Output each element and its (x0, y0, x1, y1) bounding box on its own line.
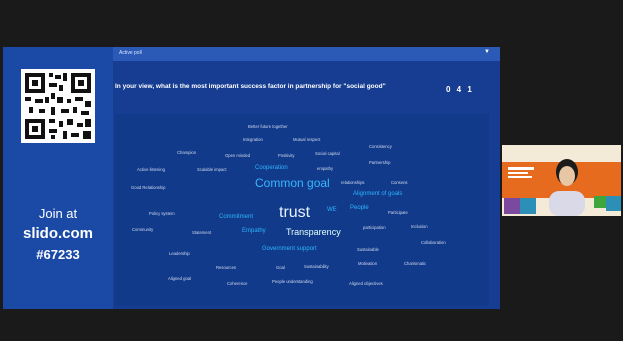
word-cloud-item: empathy (317, 166, 334, 171)
word-cloud-item: Sustainability (304, 264, 329, 269)
word-cloud-item: Commitment (219, 214, 254, 220)
presentation-screen: Join at slido.com #67233 Active poll ▼ I… (3, 47, 500, 309)
word-cloud-item: Consistency (369, 144, 392, 149)
word-cloud-item: Social capital (315, 151, 340, 156)
word-cloud-item: People (350, 205, 369, 211)
word-cloud-item: Active listening (137, 167, 165, 172)
participant-video (549, 159, 585, 216)
word-cloud-item: Transparency (286, 227, 341, 237)
word-cloud-item: Sustainable (357, 247, 379, 252)
menu-icon[interactable]: ▼ (484, 49, 490, 55)
word-cloud-item: Government support (262, 246, 317, 252)
word-cloud-item: People understanding (272, 279, 313, 284)
word-cloud-item: Champion (177, 150, 197, 155)
word-cloud-item: Consens (391, 180, 408, 185)
word-cloud-item: Better future together (248, 124, 288, 129)
word-cloud-item: Policy system (149, 211, 175, 216)
word-cloud-item: Positivity (278, 153, 295, 158)
word-cloud-item: Common goal (255, 176, 330, 190)
word-cloud-item: Mutual respect (293, 137, 321, 142)
word-cloud-item: participation (363, 225, 386, 230)
qr-code[interactable] (21, 69, 95, 143)
word-cloud-item: relationships (341, 180, 365, 185)
word-cloud-item: Aligned goal (168, 276, 192, 281)
webcam-thumbnail[interactable] (502, 145, 621, 216)
word-cloud-item: Partnership (369, 160, 391, 165)
word-cloud: Better future together Integration Mutua… (115, 114, 489, 306)
word-cloud-item: Leadership (169, 251, 190, 256)
poll-question: In your view, what is the most important… (115, 83, 386, 90)
word-cloud-item: trust (279, 204, 311, 221)
word-cloud-item: Resources (216, 265, 237, 270)
word-cloud-item: Statement (192, 230, 212, 235)
word-cloud-item: Coherence (227, 281, 248, 286)
word-cloud-item: Cooperation (255, 165, 288, 171)
poll-header: Active poll ▼ (113, 47, 500, 61)
word-cloud-item: Collaboration (421, 240, 446, 245)
join-url[interactable]: slido.com (3, 225, 113, 242)
word-cloud-item: Empathy (242, 228, 266, 234)
participant-counter: 0 4 1 (446, 85, 474, 94)
word-cloud-item: Inclusion (411, 224, 428, 229)
word-cloud-item: Goal (276, 265, 285, 270)
word-cloud-item: Participate (388, 210, 408, 215)
word-cloud-item: Aligned objectives (349, 281, 383, 286)
join-panel: Join at slido.com #67233 (3, 47, 113, 309)
word-cloud-item: Good Relationship (131, 185, 166, 190)
active-poll-label: Active poll (119, 50, 142, 56)
word-cloud-item: Integration (243, 137, 263, 142)
word-cloud-item: Scalable impact (197, 167, 227, 172)
word-cloud-item: Motivation (358, 261, 378, 266)
word-cloud-item: Alignment of goals (353, 191, 403, 197)
join-label: Join at (38, 206, 78, 221)
event-code: #67233 (36, 247, 80, 262)
word-cloud-item: Community (132, 227, 154, 232)
word-cloud-item: Open minded (225, 153, 251, 158)
word-cloud-item: Charismatic (404, 261, 427, 266)
word-cloud-item: WE (327, 207, 337, 213)
